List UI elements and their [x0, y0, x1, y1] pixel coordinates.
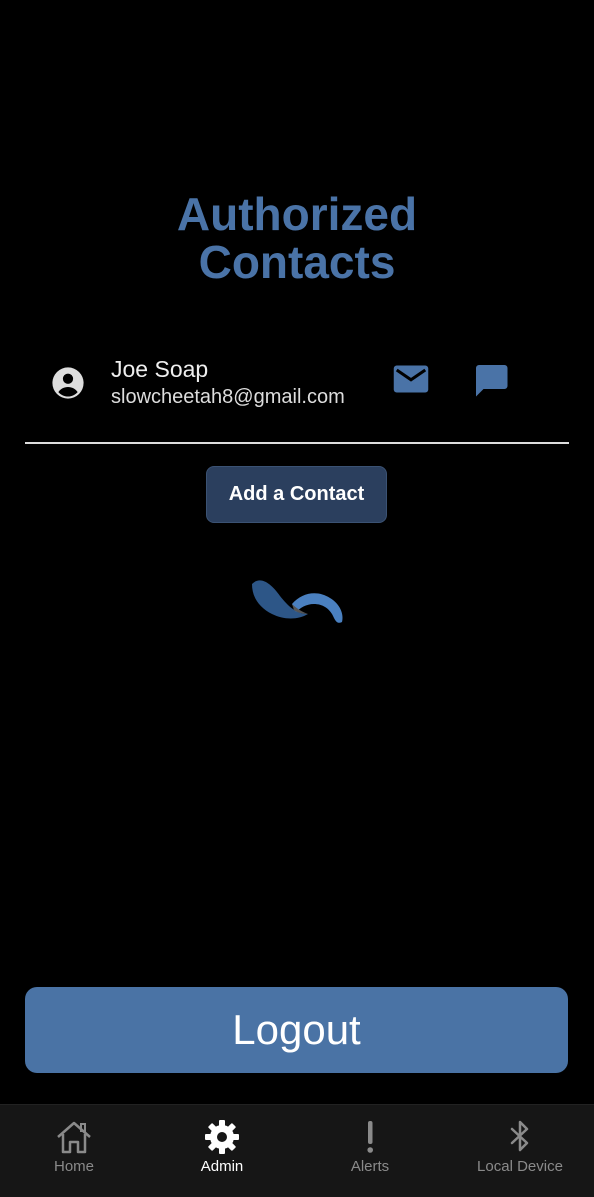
contact-email: slowcheetah8@gmail.com [111, 386, 345, 408]
contact-row: Joe Soap slowcheetah8@gmail.com [25, 350, 569, 440]
message-icon[interactable] [473, 362, 509, 398]
page-title-line-2: Contacts [198, 236, 396, 288]
exclamation-icon [367, 1121, 373, 1153]
bluetooth-icon [510, 1120, 529, 1152]
spinner-icon [252, 580, 343, 623]
tab-local-device[interactable]: Local Device [446, 1105, 594, 1197]
tab-label: Local Device [477, 1158, 563, 1175]
contact-name: Joe Soap [111, 356, 209, 382]
tab-label: Admin [200, 1158, 244, 1175]
gear-icon [205, 1120, 239, 1154]
home-icon [57, 1121, 91, 1154]
email-icon[interactable] [393, 364, 429, 394]
account-circle-icon [52, 367, 84, 399]
page-title-line-1: Authorized [176, 188, 418, 240]
tab-admin[interactable]: Admin [148, 1105, 296, 1197]
tab-home[interactable]: Home [0, 1105, 148, 1197]
page-title: Authorized Contacts [0, 190, 594, 286]
tab-bar: Home Admin Alerts Local Device [0, 1104, 594, 1197]
tab-label: Home [53, 1158, 94, 1175]
tab-label: Alerts [350, 1158, 390, 1175]
logout-button[interactable]: Logout [25, 987, 568, 1073]
tab-alerts[interactable]: Alerts [296, 1105, 444, 1197]
divider [25, 442, 569, 444]
add-contact-button[interactable]: Add a Contact [206, 466, 387, 523]
